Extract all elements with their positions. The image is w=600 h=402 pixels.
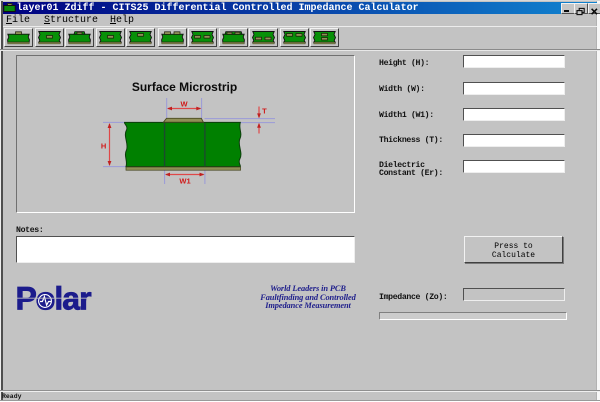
svg-text:W1: W1	[179, 177, 190, 186]
svg-text:W: W	[180, 99, 188, 108]
svg-text:H: H	[101, 141, 106, 150]
svg-text:T: T	[262, 106, 267, 115]
